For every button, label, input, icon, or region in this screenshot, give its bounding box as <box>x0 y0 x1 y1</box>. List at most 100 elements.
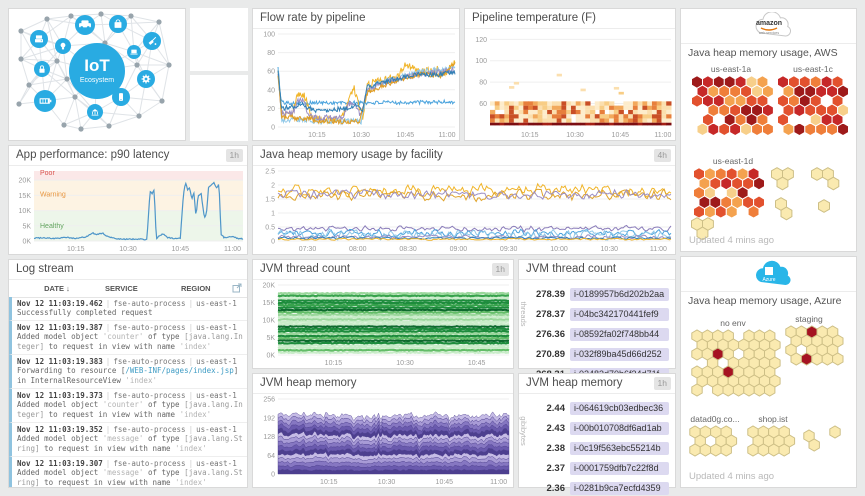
car-icon <box>75 15 95 35</box>
svg-text:10:45: 10:45 <box>397 132 415 139</box>
hex-cluster-us-east-1a[interactable]: us-east-1a <box>692 64 774 136</box>
toplist-row[interactable]: 278.37i-04bc342170441fef9 <box>527 305 669 323</box>
log-row-meta: Nov 12 11:03:19.352|fse-auto-process|us-… <box>17 425 243 434</box>
p90-latency-chart[interactable]: 0K5K10K15K20K10:1510:3010:4511:00Healthy… <box>9 166 247 254</box>
svg-text:2: 2 <box>271 183 275 190</box>
hex-cluster-us-east-1c[interactable]: us-east-1c <box>778 64 849 136</box>
toplist-row[interactable]: 2.38i-0c19f563ebc55214b <box>527 439 669 457</box>
healthy-devices-body: 2K dvc <box>190 24 248 71</box>
svg-text:10:30: 10:30 <box>119 246 137 253</box>
jvm-heap-memory-chart[interactable]: 06412819225610:1510:3010:4511:00 <box>253 394 513 487</box>
svg-text:web services: web services <box>758 31 778 35</box>
jvm-heap-memory-chart-title: JVM heap memory <box>253 374 513 394</box>
hex-cluster-us-east-1d[interactable]: us-east-1d <box>694 156 765 218</box>
log-row[interactable]: Nov 12 11:03:19.352|fse-auto-process|us-… <box>9 423 247 457</box>
svg-text:11:00: 11:00 <box>490 479 507 486</box>
log-row[interactable]: Nov 12 11:03:19.373|fse-auto-process|us-… <box>9 389 247 423</box>
offline-devices-widget[interactable]: Offline devi... 35 dvc <box>190 75 248 141</box>
hex-cluster-shop-ist[interactable]: shop.ist <box>748 414 795 456</box>
log-row-meta: Nov 12 11:03:19.307|fse-auto-process|us-… <box>17 459 243 468</box>
open-in-new-icon[interactable] <box>232 283 242 293</box>
log-row-meta: Nov 12 11:03:19.383|fse-auto-process|us-… <box>17 357 243 366</box>
toplist-value: 2.43 <box>527 423 570 434</box>
iot-network-graphic: IoT Ecosystem <box>9 9 185 140</box>
log-row[interactable]: Nov 12 11:03:19.462|fse-auto-process|us-… <box>9 297 247 321</box>
jvm-thread-count-chart-panel: JVM thread count 1h 0K5K10K15K20K10:1510… <box>252 259 514 369</box>
log-row-message: Successfully completed request <box>17 308 243 318</box>
svg-text:datad0g.co...: datad0g.co... <box>690 414 739 424</box>
toplist-row[interactable]: 2.37i-0001759dfb7c22f8d <box>527 459 669 477</box>
hex-cluster[interactable] <box>830 426 840 438</box>
facility-heap-chart[interactable]: 00.511.522.507:3008:0008:3009:0009:3010:… <box>253 166 675 254</box>
pipeline-temperature-chart[interactable]: 608010012010:1510:3010:4511:00 <box>465 29 675 140</box>
svg-text:Poor: Poor <box>40 170 55 177</box>
aws-logo-row: amazon web services <box>681 9 856 44</box>
toplist-host-pill[interactable]: i-00b010708df6ad1ab <box>570 422 669 435</box>
toplist-row[interactable]: 2.36i-0281b9ca7ecfd4359 <box>527 479 669 496</box>
toplist-host-pill[interactable]: i-04bc342170441fef9 <box>570 308 669 321</box>
svg-text:10K: 10K <box>19 208 32 215</box>
offline-devices-unit: dvc <box>227 123 242 133</box>
hex-cluster-no-env[interactable]: no env <box>692 318 780 396</box>
toplist-value: 2.37 <box>527 463 570 474</box>
log-column-service[interactable]: SERVICE <box>105 284 181 293</box>
toplist-host-pill[interactable]: i-08592fa02f748bb44 <box>570 328 669 341</box>
aws-hex-map[interactable]: us-east-1aus-east-1cus-east-1d <box>681 62 856 240</box>
svg-text:10:15: 10:15 <box>320 479 338 486</box>
hex-cluster[interactable] <box>819 200 830 213</box>
log-row[interactable]: Nov 12 11:03:19.383|fse-auto-process|us-… <box>9 355 247 389</box>
log-row-meta: Nov 12 11:03:19.387|fse-auto-process|us-… <box>17 323 243 332</box>
toplist-row[interactable]: 270.89i-032f89ba45d66d252 <box>527 345 669 363</box>
toplist-host-pill[interactable]: i-0c19f563ebc55214b <box>570 442 669 455</box>
log-row[interactable]: Nov 12 11:03:19.307|fse-auto-process|us-… <box>9 457 247 487</box>
hex-cluster[interactable] <box>772 168 794 190</box>
svg-text:shop.ist: shop.ist <box>758 414 788 424</box>
flow-rate-chart[interactable]: 02040608010010:1510:3010:4511:00 <box>253 29 459 140</box>
svg-text:120: 120 <box>475 37 487 44</box>
toplist-row[interactable]: 278.39i-0189957b6d202b2aa <box>527 285 669 303</box>
toplist-value: 2.44 <box>527 403 570 414</box>
log-row-message: Forwarding to resource [/WEB-INF/pages/i… <box>17 366 243 386</box>
svg-text:10:30: 10:30 <box>352 132 370 139</box>
svg-text:64: 64 <box>267 453 275 460</box>
hex-cluster-staging[interactable]: staging <box>786 314 843 365</box>
svg-text:IoT: IoT <box>84 56 110 75</box>
log-column-date[interactable]: DATE ↓ <box>9 284 105 293</box>
svg-text:11:00: 11:00 <box>654 132 671 139</box>
svg-text:Ecosystem: Ecosystem <box>80 77 114 84</box>
toplist-row[interactable]: 276.36i-08592fa02f748bb44 <box>527 325 669 343</box>
svg-text:40: 40 <box>267 87 275 94</box>
toplist-host-pill[interactable]: i-064619cb03edbec36 <box>570 402 669 415</box>
jvm-heap-memory-toplist-panel: JVM heap memory 1h gibibytes 2.44i-06461… <box>518 373 676 488</box>
svg-text:192: 192 <box>263 415 275 422</box>
jvm-thread-count-chart[interactable]: 0K5K10K15K20K10:1510:3010:45 <box>253 280 513 368</box>
toplist-host-pill[interactable]: i-032f89ba45d66d252 <box>570 348 669 361</box>
svg-text:20: 20 <box>267 106 275 113</box>
healthy-devices-widget[interactable]: Healthy dev... 2K dvc <box>190 8 248 71</box>
hex-cluster[interactable] <box>812 168 839 190</box>
toplist-host-pill[interactable]: i-0189957b6d202b2aa <box>570 288 669 301</box>
jvm-thread-count-chart-title: JVM thread count 1h <box>253 260 513 280</box>
hex-cluster[interactable] <box>776 198 792 220</box>
log-row[interactable]: Nov 12 11:03:19.387|fse-auto-process|us-… <box>9 321 247 355</box>
svg-text:10:30: 10:30 <box>396 360 414 367</box>
svg-text:10K: 10K <box>263 318 276 325</box>
toplist-value: 270.89 <box>527 349 570 360</box>
log-stream-header: DATE ↓ SERVICE REGION <box>9 280 247 298</box>
offline-devices-body: 35 dvc <box>190 91 248 141</box>
svg-text:Azure: Azure <box>762 277 775 283</box>
toplist-row[interactable]: 2.43i-00b010708df6ad1ab <box>527 419 669 437</box>
toplist-host-pill[interactable]: i-0281b9ca7ecfd4359 <box>570 482 669 495</box>
svg-text:5K: 5K <box>22 223 31 230</box>
hex-cluster-datad0g-co-[interactable]: datad0g.co... <box>690 414 740 456</box>
svg-text:0K: 0K <box>266 353 275 360</box>
svg-text:2.5: 2.5 <box>265 169 275 176</box>
svg-text:0K: 0K <box>22 239 31 246</box>
toplist-row[interactable]: 2.44i-064619cb03edbec36 <box>527 399 669 417</box>
azure-hex-map[interactable]: no envstaging datad0g.co... shop.ist <box>681 310 856 476</box>
toplist-host-pill[interactable]: i-0001759dfb7c22f8d <box>570 462 669 475</box>
hex-cluster[interactable] <box>804 430 820 451</box>
svg-text:Healthy: Healthy <box>40 223 64 230</box>
p90-latency-panel: App performance: p90 latency 1h 0K5K10K1… <box>8 145 248 255</box>
jvm-thread-count-toplist-panel: JVM thread count threads 278.39i-0189957… <box>518 259 676 369</box>
